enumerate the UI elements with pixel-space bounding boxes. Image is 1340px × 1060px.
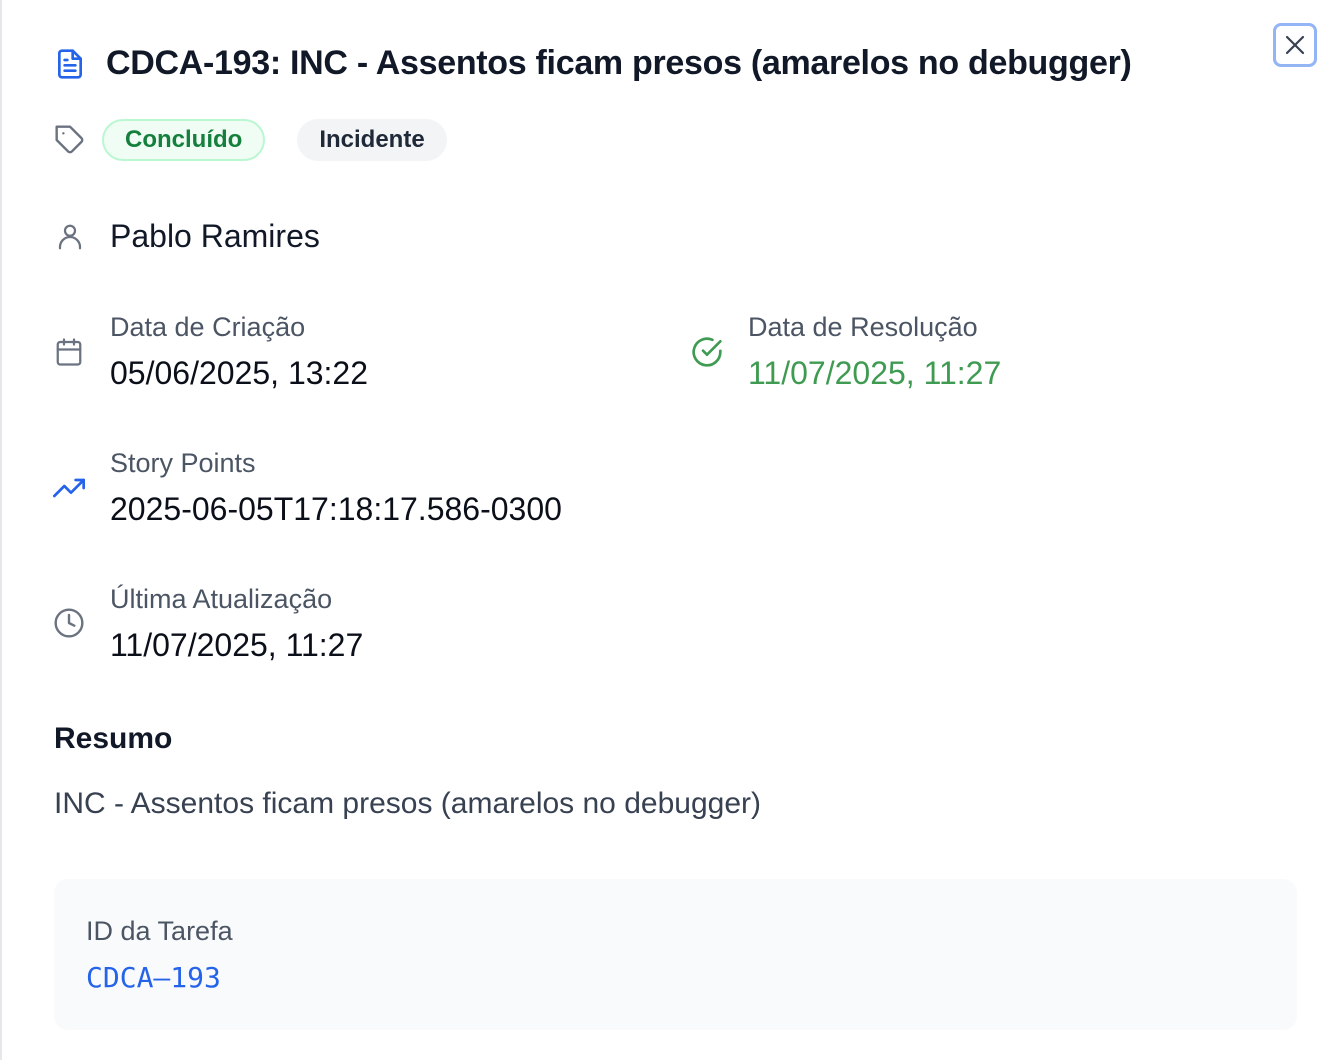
story-points-value: 2025-06-05T17:18:17.586-0300 — [110, 491, 562, 527]
user-icon — [54, 221, 86, 253]
created-date-label: Data de Criação — [110, 312, 306, 342]
close-button[interactable] — [1273, 23, 1317, 67]
type-badge: Incidente — [297, 119, 447, 161]
tag-icon — [54, 124, 86, 156]
tags-row: Concluído Incidente — [54, 119, 447, 161]
updated-date-value: 11/07/2025, 11:27 — [110, 627, 364, 663]
assignee-row: Pablo Ramires — [54, 218, 320, 255]
assignee-name: Pablo Ramires — [110, 218, 320, 254]
updated-date-field: Última Atualização 11/07/2025, 11:27 — [110, 583, 363, 664]
resolved-date-field: Data de Resolução 11/07/2025, 11:27 — [748, 311, 1001, 392]
task-detail-panel: CDCA-193: INC - Assentos ficam presos (a… — [0, 0, 1340, 1060]
page-title: CDCA-193: INC - Assentos ficam presos (a… — [106, 44, 1132, 82]
updated-date-label: Última Atualização — [110, 584, 333, 614]
created-date-field: Data de Criação 05/06/2025, 13:22 — [110, 311, 368, 392]
created-date-value: 05/06/2025, 13:22 — [110, 355, 369, 391]
clock-icon — [53, 607, 85, 639]
resolved-date-label: Data de Resolução — [748, 312, 978, 342]
close-icon — [1285, 35, 1305, 55]
check-circle-icon — [691, 336, 723, 368]
status-badge: Concluído — [102, 119, 266, 161]
task-id-value: CDCA–193 — [86, 961, 221, 994]
task-header: CDCA-193: INC - Assentos ficam presos (a… — [54, 44, 1132, 83]
trending-up-icon — [53, 472, 85, 504]
task-id-card: ID da Tarefa CDCA–193 — [54, 879, 1297, 1030]
summary-text: INC - Assentos ficam presos (amarelos no… — [54, 787, 761, 820]
file-text-icon — [54, 48, 86, 80]
resolved-date-value: 11/07/2025, 11:27 — [748, 355, 1002, 391]
story-points-field: Story Points 2025-06-05T17:18:17.586-030… — [110, 447, 562, 528]
task-id-label: ID da Tarefa — [86, 916, 233, 946]
summary-heading: Resumo — [54, 722, 173, 755]
story-points-label: Story Points — [110, 448, 256, 478]
calendar-icon — [53, 336, 85, 368]
